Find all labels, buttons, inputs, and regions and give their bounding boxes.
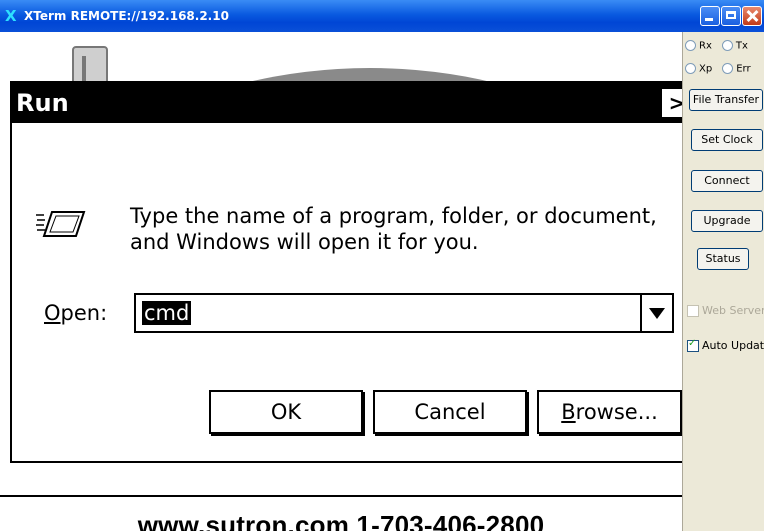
close-button[interactable] [742,6,762,26]
upgrade-button[interactable]: Upgrade [691,210,763,232]
open-combobox[interactable]: cmd [134,293,674,333]
set-clock-button[interactable]: Set Clock [691,129,763,151]
auto-update-checkbox-row: Auto Update [687,338,764,352]
open-input[interactable]: cmd [142,301,192,325]
minimize-button[interactable] [700,6,720,26]
radio-err-label: Err [736,63,751,75]
open-label-rest: pen: [60,301,108,325]
auto-update-checkbox[interactable] [687,338,699,352]
radio-tx-label: Tx [735,40,748,52]
run-dialog-title: Run [16,89,69,117]
run-description: Type the name of a program, folder, or d… [130,204,657,254]
radio-row-2: Xp Err [685,63,751,75]
open-label-accel: O [44,301,61,325]
radio-tx[interactable] [721,40,733,51]
radio-err[interactable] [722,63,734,74]
open-label: Open: [44,301,107,325]
web-server-label: Web Server [702,304,764,317]
radio-xp[interactable] [685,63,696,74]
browse-button[interactable]: Browse... [537,390,682,434]
browse-rest: rowse... [575,400,658,424]
run-dialog-title-bar[interactable]: Run > [12,83,692,123]
connect-button[interactable]: Connect [691,170,763,192]
window-title-bar[interactable]: X XTerm REMOTE://192.168.2.10 [0,0,764,32]
radio-rx[interactable] [685,40,696,51]
radio-rx-label: Rx [699,40,712,52]
run-dialog: Run > Type the name of a program, folder… [10,81,692,463]
window-title: XTerm REMOTE://192.168.2.10 [24,9,229,23]
maximize-button[interactable] [721,6,741,26]
ok-button[interactable]: OK [209,390,363,434]
browse-accel: B [561,400,576,424]
run-icon [36,211,86,237]
dropdown-arrow-icon[interactable] [640,295,672,331]
web-server-checkbox[interactable] [687,305,699,317]
file-transfer-button[interactable]: File Transfer [689,89,763,111]
control-panel: Rx Tx Xp Err File Transfer Set Clock Conne… [682,32,764,531]
status-button[interactable]: Status [697,248,749,270]
xterm-app-icon: X [5,7,17,25]
dialog-shadow-line [0,495,682,497]
cancel-button[interactable]: Cancel [373,390,527,434]
radio-xp-label: Xp [699,63,713,75]
footer-contact-text: www.sutron.com 1-703-406-2800 [137,510,545,531]
web-server-checkbox-row: Web Server [687,304,764,317]
auto-update-label: Auto Update [702,339,764,352]
radio-row-1: Rx Tx [685,40,748,52]
